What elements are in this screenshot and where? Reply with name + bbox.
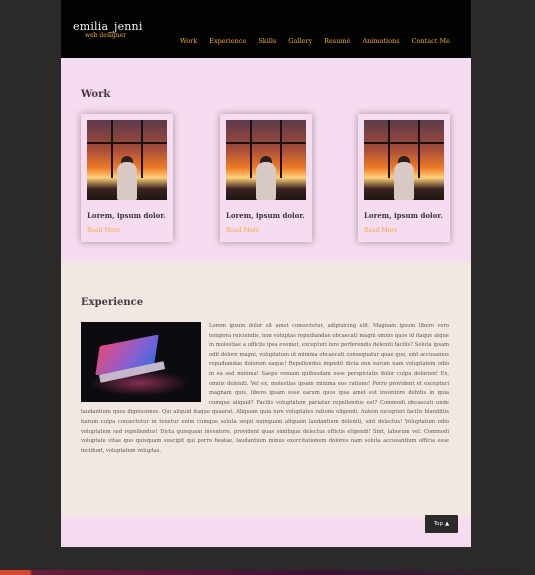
work-card-title: Lorem, ipsum dolor. — [87, 211, 166, 220]
work-card-3[interactable]: Lorem, ipsum dolor. Read More — [358, 114, 450, 242]
nav-animations[interactable]: Animations — [362, 37, 399, 45]
nav-contact[interactable]: Contact Me — [412, 37, 450, 45]
header: emilia_jenni web designer Work Experienc… — [61, 0, 471, 58]
nav-experience[interactable]: Experience — [209, 37, 246, 45]
work-card-1[interactable]: Lorem, ipsum dolor. Read More — [81, 114, 173, 242]
work-card-2[interactable]: Lorem, ipsum dolor. Read More — [220, 114, 312, 242]
main-nav: Work Experience Skills Gallery Resumé An… — [180, 37, 450, 45]
work-heading: Work — [81, 89, 111, 100]
read-more-link[interactable]: Read More — [364, 227, 398, 234]
top-button-label: Top — [433, 521, 444, 527]
read-more-link[interactable]: Read More — [226, 227, 260, 234]
experience-text-block: Lorem ipsum dolor sit amet consectetur, … — [81, 322, 449, 456]
work-card-title: Lorem, ipsum dolor. — [364, 211, 443, 220]
nav-work[interactable]: Work — [180, 37, 197, 45]
nav-gallery[interactable]: Gallery — [288, 37, 312, 45]
work-card-image — [226, 120, 306, 200]
logo-subtitle: web designer — [85, 32, 126, 39]
read-more-link[interactable]: Read More — [87, 227, 121, 234]
work-card-image — [87, 120, 167, 200]
bottom-strip — [0, 570, 535, 575]
work-card-image — [364, 120, 444, 200]
chevron-up-icon: ▲ — [445, 521, 450, 527]
nav-skills[interactable]: Skills — [258, 37, 276, 45]
back-to-top-button[interactable]: Top ▲ — [425, 515, 458, 533]
nav-resume[interactable]: Resumé — [324, 37, 350, 45]
work-card-title: Lorem, ipsum dolor. — [226, 211, 305, 220]
experience-section: Experience Lorem ipsum dolor sit amet co… — [61, 262, 471, 517]
page: emilia_jenni web designer Work Experienc… — [61, 0, 471, 547]
experience-heading: Experience — [81, 297, 144, 308]
